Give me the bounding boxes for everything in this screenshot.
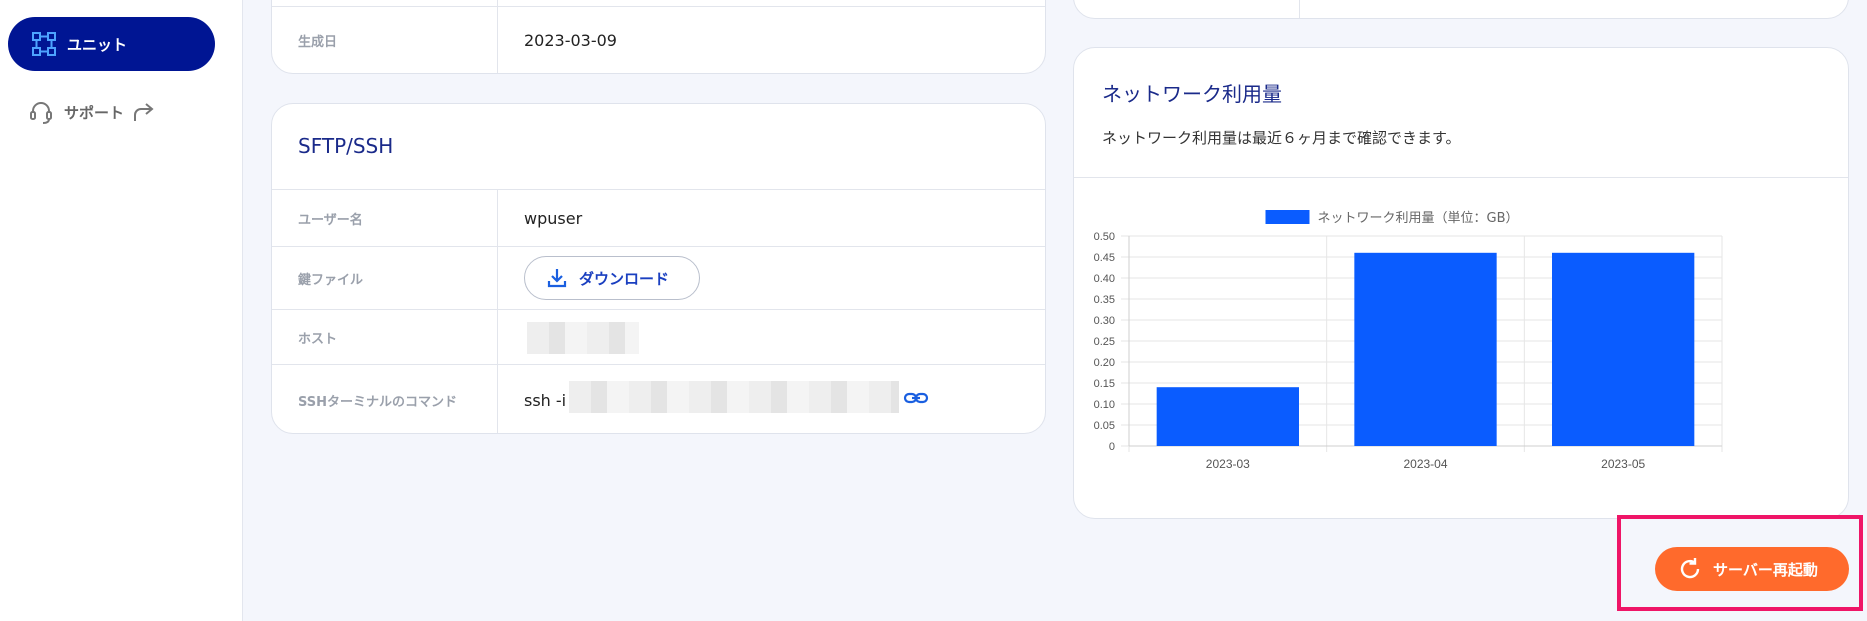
unit-grid-icon (32, 32, 56, 56)
sftp-title: SFTP/SSH (298, 134, 394, 158)
host-redacted (527, 322, 639, 354)
y-tick-label: 0.30 (1094, 315, 1115, 327)
y-tick-label: 0.35 (1094, 294, 1115, 306)
download-button[interactable]: ダウンロード (524, 256, 700, 300)
y-tick-label: 0.05 (1094, 420, 1115, 432)
bar (1552, 252, 1695, 446)
x-tick-label: 2023-05 (1601, 457, 1645, 471)
sidebar-item-label: サポート (64, 103, 125, 122)
network-title: ネットワーク利用量 (1102, 82, 1282, 106)
ssh-command-redacted (569, 381, 899, 413)
host-label: ホスト (298, 332, 338, 347)
table-row: ユーザー名 wpuser (272, 189, 1045, 247)
x-tick-label: 2023-04 (1403, 457, 1447, 471)
network-usage-card: ネットワーク利用量 ネットワーク利用量は最近６ヶ月まで確認できます。 0.50 0… (1073, 47, 1849, 519)
sftp-card: SFTP/SSH ユーザー名 wpuser 鍵ファイル ダウンロード ホスト S… (271, 103, 1046, 434)
username-label: ユーザー名 (298, 213, 363, 228)
download-button-label: ダウンロード (579, 269, 670, 288)
download-icon (547, 269, 567, 288)
y-tick-label: 0.15 (1094, 378, 1115, 390)
y-tick-label: 0.20 (1094, 357, 1115, 369)
network-description: ネットワーク利用量は最近６ヶ月まで確認できます。 (1102, 129, 1461, 147)
network-usage-chart: 0.50 0.45 0.40 0.35 0.30 0.25 0.20 0.15 0.10 0.05… (1094, 210, 1723, 471)
divider (1299, 0, 1300, 18)
divider (497, 190, 498, 247)
ssh-command-value: ssh -i (524, 390, 567, 410)
highlight-box (1617, 515, 1863, 611)
headset-icon (30, 102, 52, 124)
y-tick-label: 0.25 (1094, 336, 1115, 348)
sidebar-item-unit[interactable]: ユニット (8, 17, 215, 71)
share-arrow-icon (134, 103, 154, 121)
legend-swatch (1265, 210, 1310, 224)
table-row: 生成日 2023-03-09 (272, 6, 1045, 73)
y-tick-label: 0.50 (1094, 231, 1115, 243)
top-right-card (1073, 0, 1849, 19)
divider (497, 247, 498, 310)
sidebar-item-support[interactable]: サポート (28, 98, 156, 126)
link-icon[interactable] (903, 385, 929, 411)
table-row: ホスト (272, 309, 1045, 365)
divider (497, 365, 498, 433)
key-file-label: 鍵ファイル (298, 273, 364, 288)
y-tick-label: 0.10 (1094, 399, 1115, 411)
y-tick-label: 0 (1109, 441, 1115, 453)
legend-label: ネットワーク利用量（単位：GB） (1318, 210, 1519, 226)
username-value: wpuser (524, 209, 583, 228)
bar (1156, 387, 1299, 446)
sidebar-item-label: ユニット (67, 35, 128, 54)
divider (497, 310, 498, 365)
y-tick-label: 0.45 (1094, 252, 1115, 264)
ssh-command-label: SSHターミナルのコマンド (298, 394, 458, 410)
unit-info-card: 生成日 2023-03-09 (271, 0, 1046, 74)
bar (1354, 252, 1497, 446)
y-tick-label: 0.40 (1094, 273, 1115, 285)
table-row: SSHターミナルのコマンド ssh -i (272, 364, 1045, 433)
created-date-value: 2023-03-09 (524, 31, 617, 50)
divider (1074, 177, 1848, 178)
table-row: 鍵ファイル ダウンロード (272, 246, 1045, 310)
x-tick-label: 2023-03 (1206, 457, 1250, 471)
sidebar: ユニット サポート (0, 0, 243, 621)
created-date-label: 生成日 (298, 35, 338, 50)
